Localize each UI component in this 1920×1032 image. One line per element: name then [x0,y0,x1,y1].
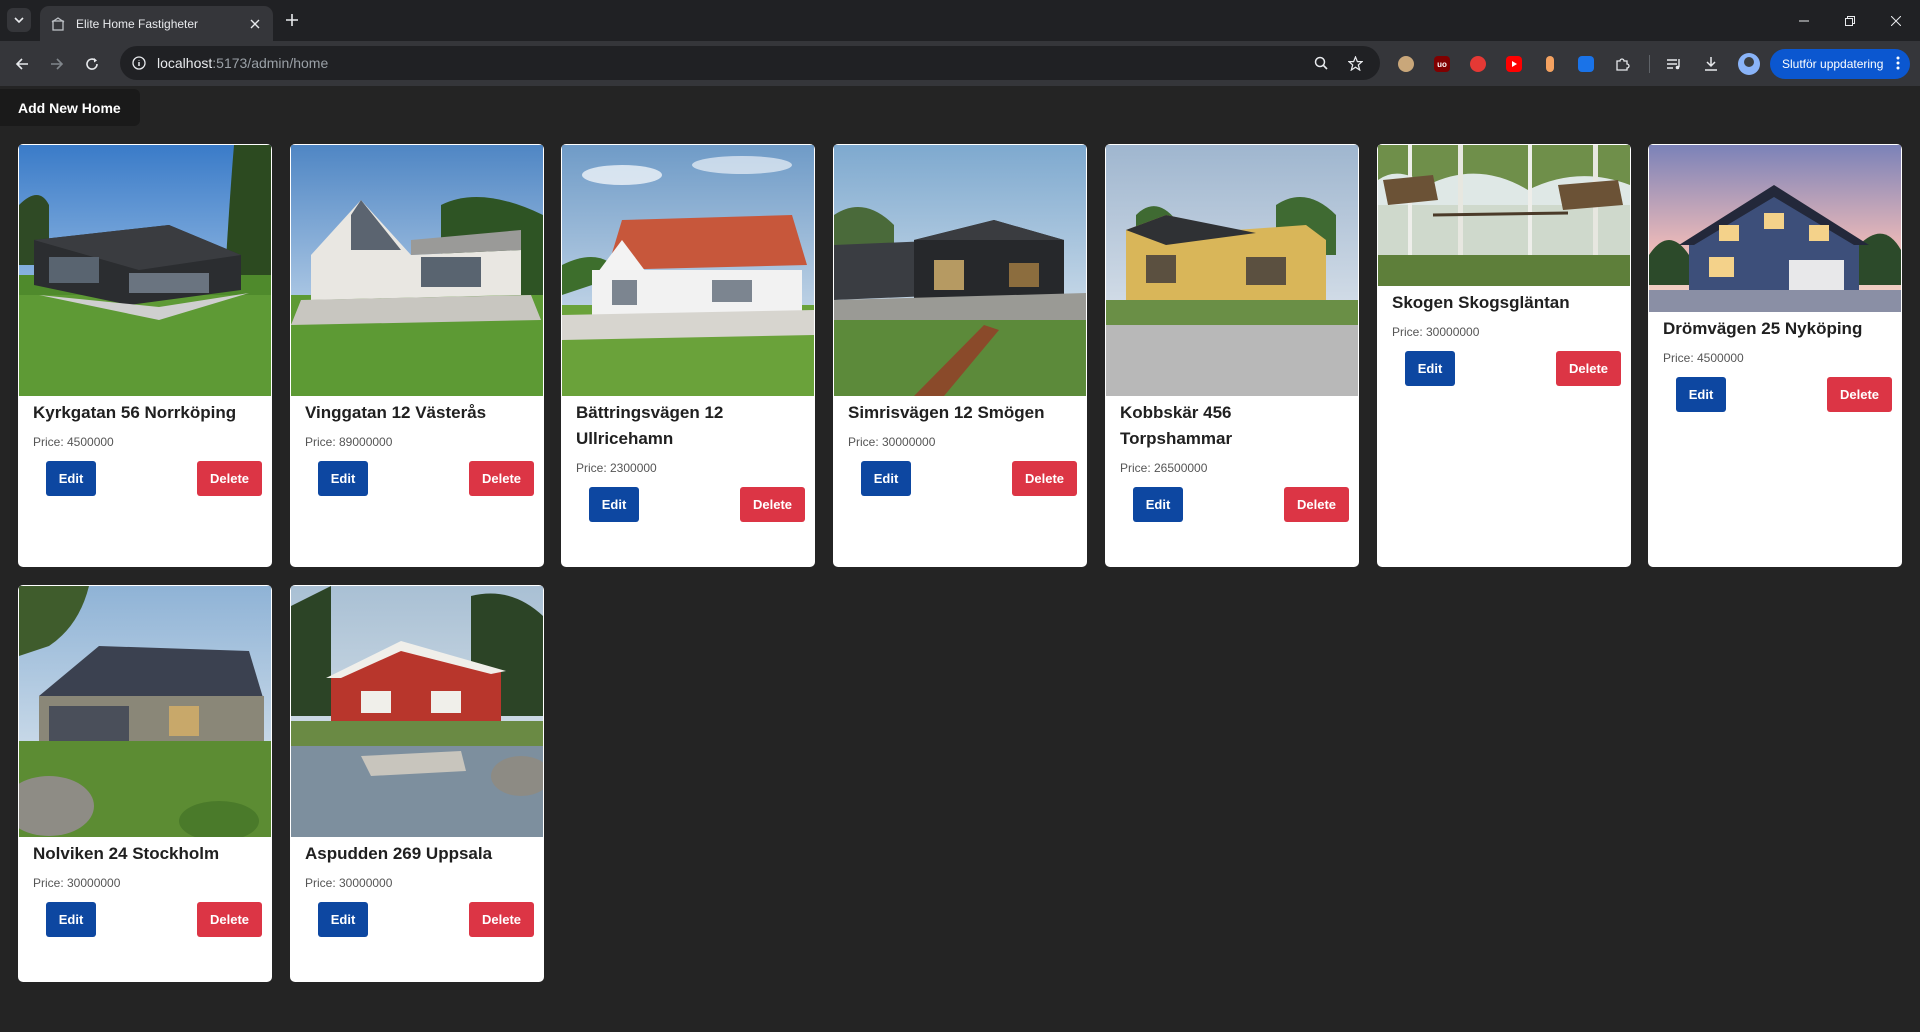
more-menu-icon[interactable] [1896,55,1900,74]
home-price: Price: 2300000 [576,461,657,475]
toolbar-separator [1649,55,1650,73]
url-path: :5173/admin/home [212,55,329,71]
delete-button[interactable]: Delete [469,461,534,496]
home-image [19,586,271,837]
favicon-icon [50,16,66,32]
extension-orange-icon[interactable] [1540,54,1560,74]
edit-button[interactable]: Edit [861,461,911,496]
extension-shield-icon[interactable] [1576,54,1596,74]
home-image [291,586,543,837]
home-card: Skogen Skogsgläntan Price: 30000000 Edit… [1377,144,1631,567]
home-name: Skogen Skogsgläntan [1392,293,1570,312]
edit-button[interactable]: Edit [1676,377,1726,412]
close-window-button[interactable] [1874,0,1918,41]
edit-button[interactable]: Edit [1133,487,1183,522]
home-name: Bättringsvägen 12 Ullricehamn [576,403,724,448]
bookmark-star-icon[interactable] [1346,54,1364,72]
home-card: Aspudden 269 Uppsala Price: 30000000 Edi… [290,585,544,982]
home-name: Nolviken 24 Stockholm [33,844,220,863]
delete-button[interactable]: Delete [197,461,262,496]
restore-icon [1845,15,1855,26]
media-controls-icon[interactable] [1664,54,1684,74]
page-content: Add New Home Kyrkgatan 56 Norrköping Pri… [0,86,1920,1032]
reload-button[interactable] [80,52,104,76]
home-price: Price: 30000000 [33,876,121,890]
edit-button[interactable]: Edit [318,902,368,937]
new-tab-button[interactable] [281,9,303,31]
home-card: Drömvägen 25 Nyköping Price: 4500000 Edi… [1648,144,1902,567]
home-image [19,145,271,396]
delete-button[interactable]: Delete [469,902,534,937]
profile-avatar[interactable] [1738,53,1760,75]
arrow-right-icon [51,58,64,70]
delete-button[interactable]: Delete [197,902,262,937]
delete-button[interactable]: Delete [740,487,805,522]
home-image [291,145,543,396]
home-card: Simrisvägen 12 Smögen Price: 30000000 Ed… [833,144,1087,567]
edit-button[interactable]: Edit [318,461,368,496]
restore-button[interactable] [1828,0,1872,41]
url-host: localhost [157,55,213,71]
zoom-icon[interactable] [1312,54,1330,72]
address-bar[interactable]: localhost:5173/admin/home [120,46,1380,80]
home-name: Drömvägen 25 Nyköping [1663,319,1863,338]
home-image [1378,145,1630,286]
extension-youtube-icon[interactable] [1504,54,1524,74]
site-info-icon[interactable] [131,55,147,71]
browser-tab[interactable]: Elite Home Fastigheter [40,6,273,41]
home-image [1106,145,1358,396]
arrow-left-icon [15,58,28,70]
home-image [562,145,814,396]
close-icon [1891,15,1901,26]
reload-icon [86,58,98,70]
home-price: Price: 30000000 [848,435,936,449]
home-name: Simrisvägen 12 Smögen [848,403,1045,422]
home-card: Kobbskär 456 Torpshammar Price: 26500000… [1105,144,1359,567]
home-price: Price: 30000000 [1392,325,1480,339]
update-button[interactable]: Slutför uppdatering [1770,49,1910,79]
delete-button[interactable]: Delete [1556,351,1621,386]
extension-hand-icon[interactable] [1468,54,1488,74]
extension-owl-icon[interactable] [1396,54,1416,74]
close-tab-icon[interactable] [247,16,263,32]
home-price: Price: 26500000 [1120,461,1208,475]
home-price: Price: 30000000 [305,876,393,890]
edit-button[interactable]: Edit [46,902,96,937]
chevron-down-icon [14,17,24,24]
extensions-puzzle-icon[interactable] [1612,54,1632,74]
browser-title-bar: Elite Home Fastigheter [0,0,1920,41]
home-name: Kobbskär 456 Torpshammar [1120,403,1233,448]
home-card: Kyrkgatan 56 Norrköping Price: 4500000 E… [18,144,272,567]
home-name: Kyrkgatan 56 Norrköping [33,403,237,422]
home-price: Price: 4500000 [1663,351,1744,365]
browser-toolbar: localhost:5173/admin/home uo Slutför upp… [0,41,1920,86]
delete-button[interactable]: Delete [1012,461,1077,496]
edit-button[interactable]: Edit [46,461,96,496]
tab-title: Elite Home Fastigheter [76,16,199,31]
forward-button[interactable] [45,52,69,76]
edit-button[interactable]: Edit [1405,351,1455,386]
home-price: Price: 89000000 [305,435,393,449]
home-card: Nolviken 24 Stockholm Price: 30000000 Ed… [18,585,272,982]
home-card: Vinggatan 12 Västerås Price: 89000000 Ed… [290,144,544,567]
delete-button[interactable]: Delete [1284,487,1349,522]
home-card: Bättringsvägen 12 Ullricehamn Price: 230… [561,144,815,567]
back-button[interactable] [10,52,34,76]
minimize-button[interactable] [1782,0,1826,41]
url-text[interactable]: localhost:5173/admin/home [157,55,328,71]
plus-icon [286,14,298,26]
home-name: Vinggatan 12 Västerås [305,403,487,422]
home-name: Aspudden 269 Uppsala [305,844,493,863]
delete-button[interactable]: Delete [1827,377,1892,412]
home-price: Price: 4500000 [33,435,114,449]
add-new-home-button[interactable]: Add New Home [0,89,140,126]
extension-ublock-icon[interactable]: uo [1432,54,1452,74]
minimize-icon [1799,20,1809,21]
tab-search-button[interactable] [7,8,31,32]
home-image [1649,145,1901,312]
update-label: Slutför uppdatering [1782,57,1884,71]
home-image [834,145,1086,396]
download-icon[interactable] [1701,54,1721,74]
edit-button[interactable]: Edit [589,487,639,522]
